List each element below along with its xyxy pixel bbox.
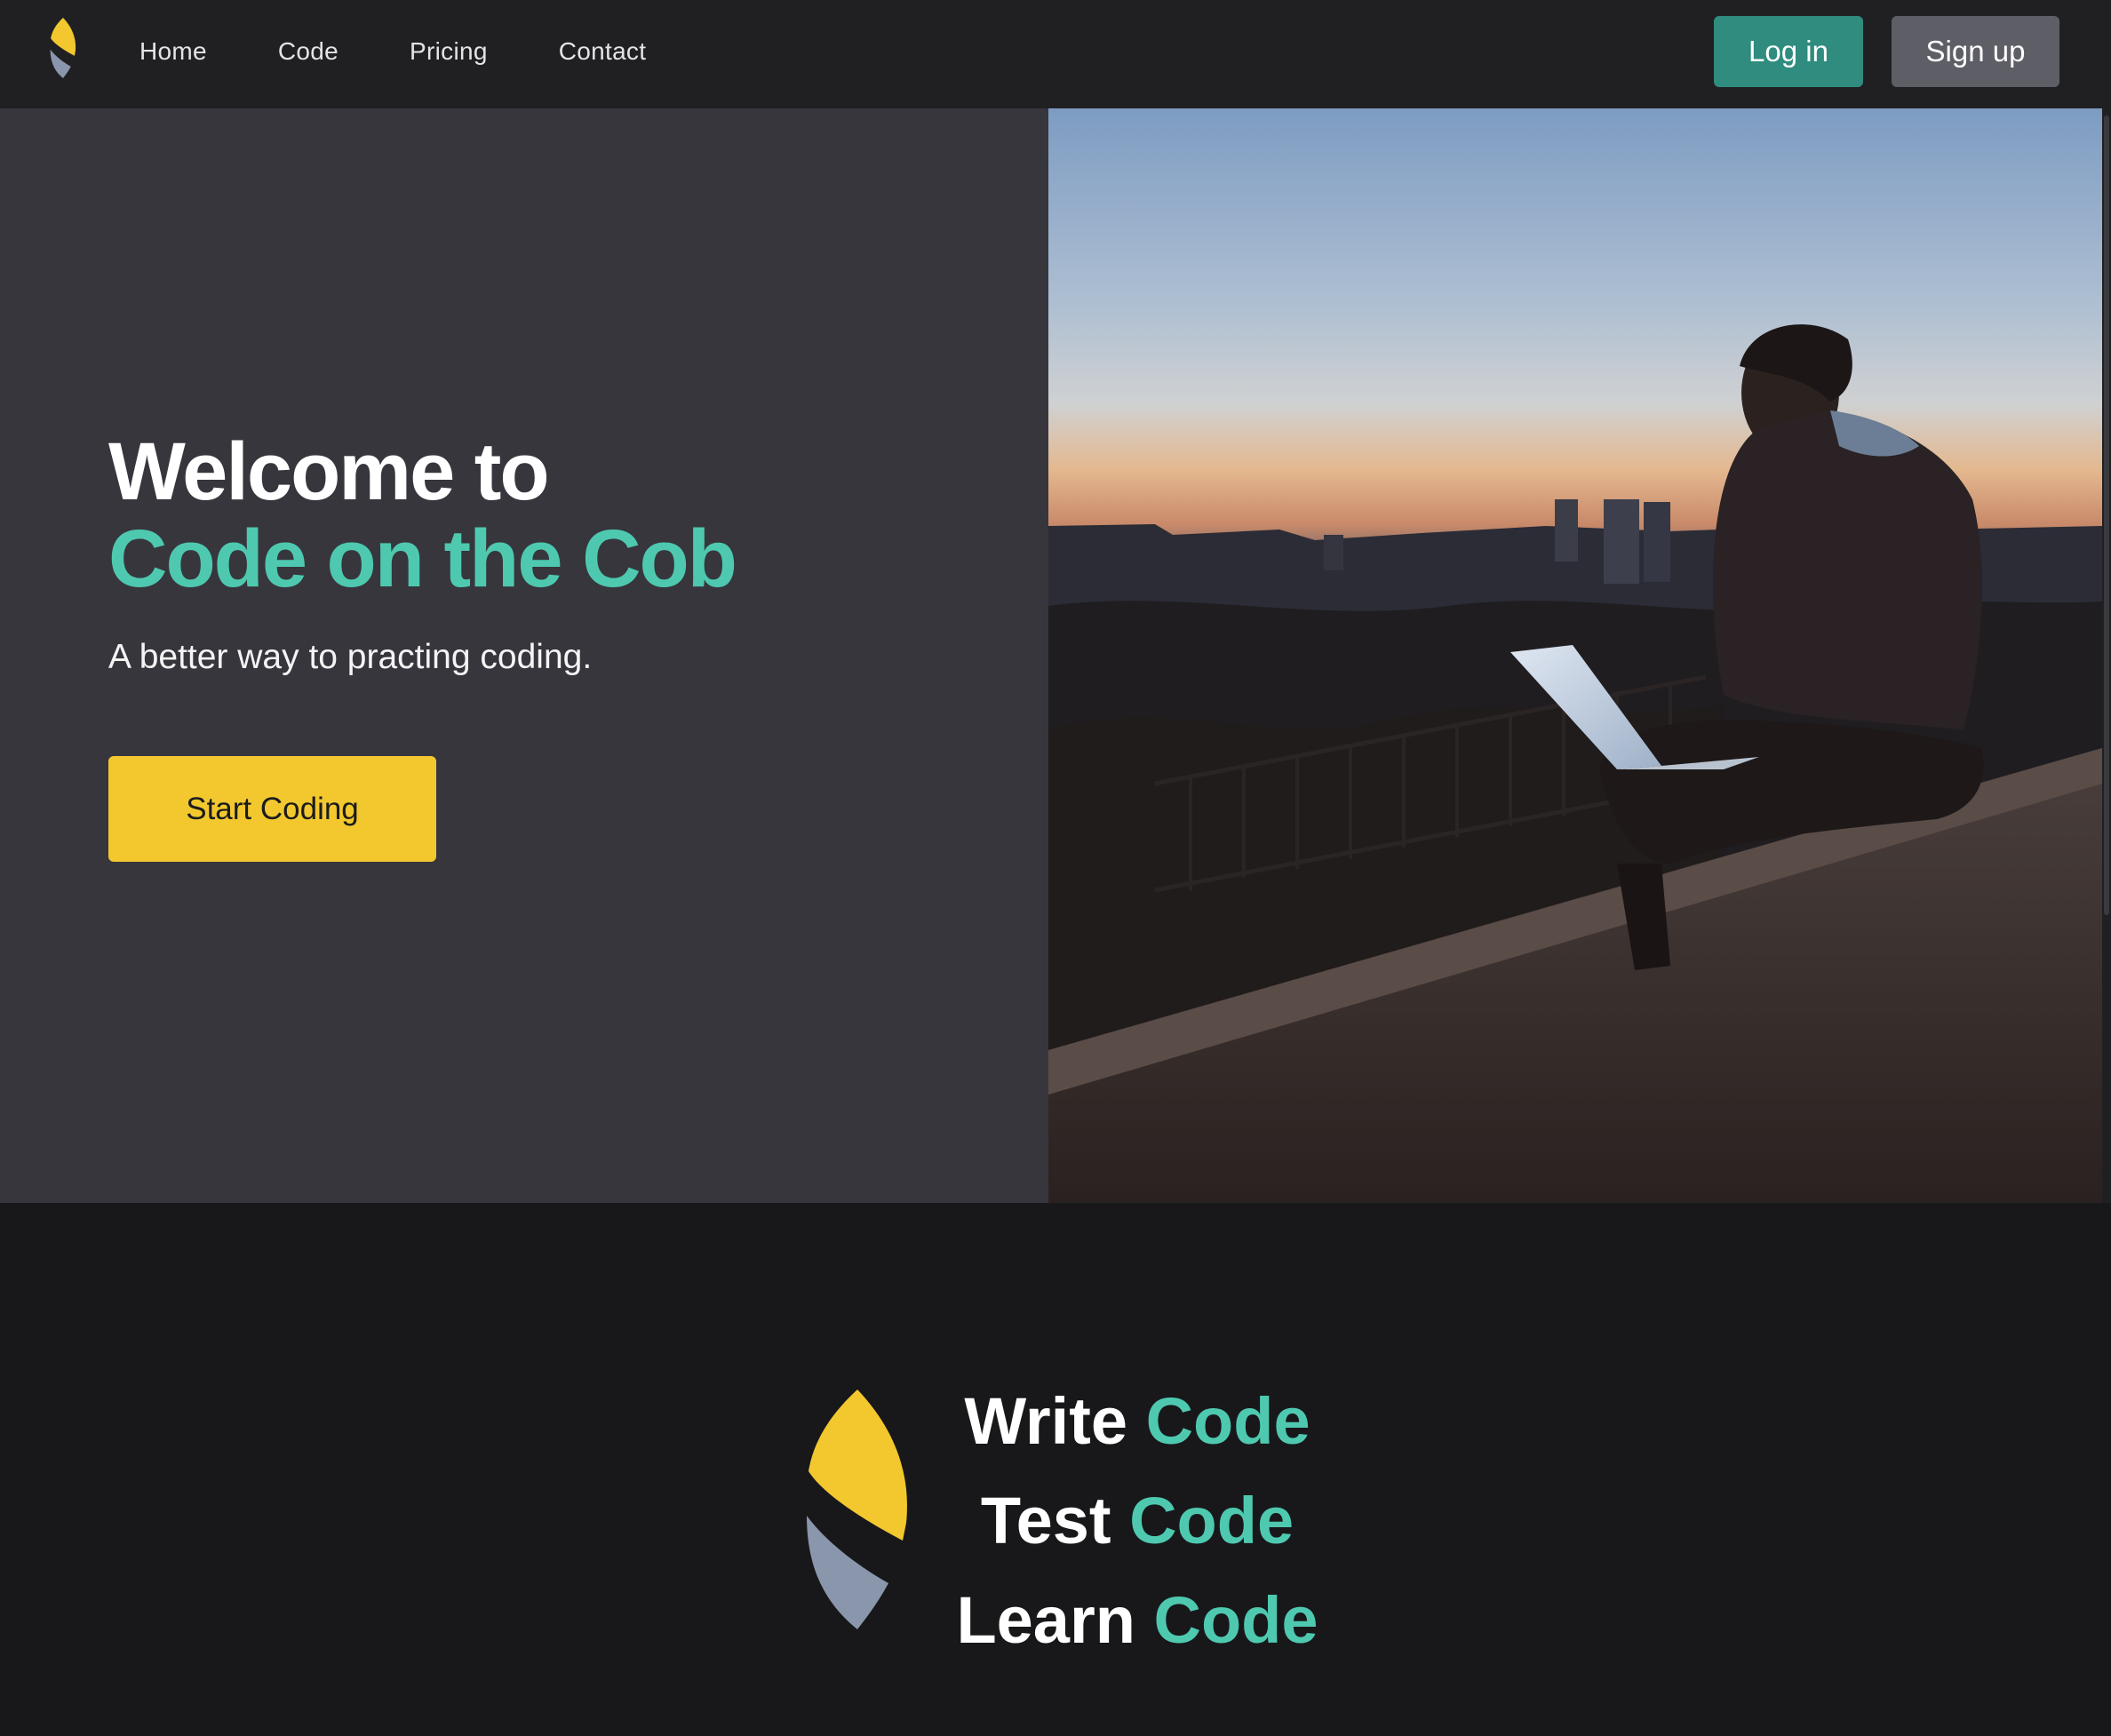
start-coding-button[interactable]: Start Coding [108,756,436,862]
corn-leaf-logo-large-icon [807,1390,907,1629]
tagline-learn-noun: Code [1153,1583,1318,1657]
hero-section: Welcome to Code on the Cob A better way … [0,108,2111,1203]
corn-leaf-logo-icon[interactable] [49,18,77,78]
tagline-write-noun: Code [1145,1384,1310,1458]
hero-title-brand: Code on the Cob [108,514,737,604]
tagline-learn-verb: Learn [956,1583,1135,1657]
hero-title-line1: Welcome to [108,426,550,517]
feature-section: Write Code Test Code Learn Code [0,1203,2111,1736]
nav-link-home[interactable]: Home [139,37,207,66]
nav-link-contact[interactable]: Contact [559,37,647,66]
person-coding-at-sunset-image [1048,108,2102,1203]
tagline-test-verb: Test [980,1484,1111,1557]
hero-title: Welcome to Code on the Cob [108,426,737,604]
nav-link-code[interactable]: Code [278,37,339,66]
tagline-test: Test Code [924,1471,1350,1571]
signup-button[interactable]: Sign up [1892,16,2059,87]
main-nav: Home Code Pricing Contact [139,0,717,103]
login-button[interactable]: Log in [1714,16,1863,87]
tagline-write-verb: Write [964,1384,1128,1458]
hero-text-panel: Welcome to Code on the Cob A better way … [0,108,1048,1203]
nav-link-pricing[interactable]: Pricing [410,37,488,66]
page-scrollbar-thumb[interactable] [2104,115,2109,915]
tagline-learn: Learn Code [924,1571,1350,1670]
feature-taglines: Write Code Test Code Learn Code [924,1372,1350,1670]
top-navbar: Home Code Pricing Contact Log in Sign up [0,0,2111,108]
tagline-write: Write Code [924,1372,1350,1471]
hero-photo [1048,108,2102,1203]
hero-subtitle: A better way to practing coding. [108,638,593,676]
tagline-test-noun: Code [1129,1484,1294,1557]
